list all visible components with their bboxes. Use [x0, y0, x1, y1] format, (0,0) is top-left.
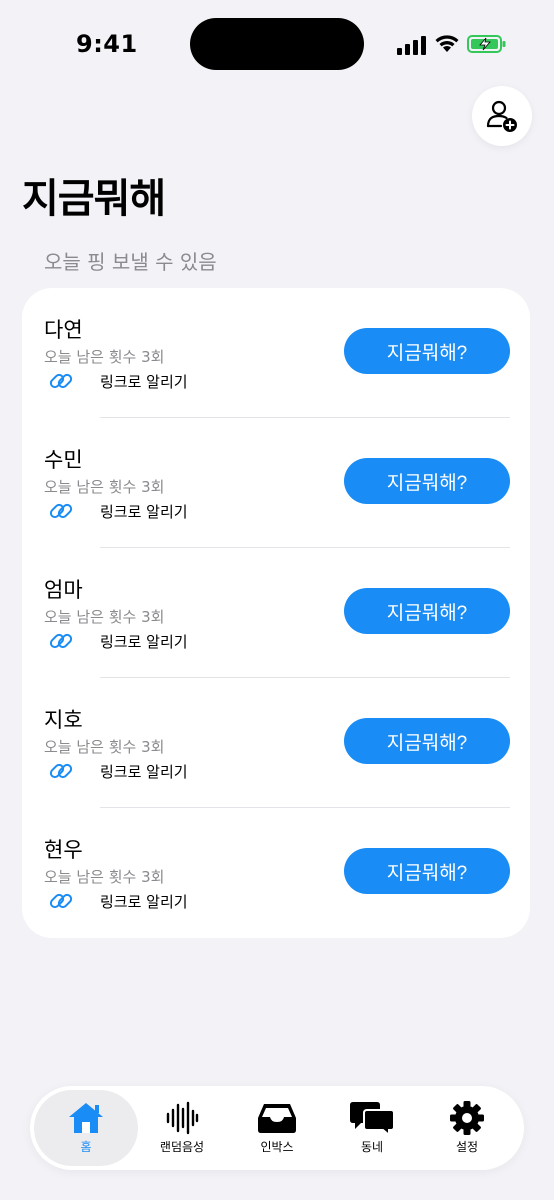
ping-button[interactable]: 지금뭐해?: [344, 328, 510, 374]
remaining-count: 오늘 남은 횟수 3회: [44, 738, 165, 756]
link-icon[interactable]: [48, 368, 74, 394]
chat-bubbles-icon: [350, 1102, 395, 1136]
ping-button[interactable]: 지금뭐해?: [344, 848, 510, 894]
tab-settings[interactable]: 설정: [419, 1090, 515, 1166]
friend-row: 수민 오늘 남은 횟수 3회 링크로 알리기 지금뭐해?: [22, 418, 530, 548]
cellular-signal-icon: [397, 36, 426, 55]
person-add-icon: [486, 100, 517, 132]
friends-card: 다연 오늘 남은 횟수 3회 링크로 알리기 지금뭐해? 수민 오늘 남은 횟수…: [22, 288, 530, 938]
friend-row: 엄마 오늘 남은 횟수 3회 링크로 알리기 지금뭐해?: [22, 548, 530, 678]
dynamic-island: [190, 18, 364, 70]
waveform-icon: [166, 1101, 199, 1135]
tab-label: 동네: [360, 1140, 384, 1154]
wifi-icon: [435, 35, 459, 52]
gear-icon: [450, 1101, 484, 1135]
home-icon: [69, 1103, 103, 1133]
friend-row: 다연 오늘 남은 횟수 3회 링크로 알리기 지금뭐해?: [22, 288, 530, 418]
ping-button[interactable]: 지금뭐해?: [344, 458, 510, 504]
friend-name: 엄마: [44, 578, 83, 602]
friend-row: 지호 오늘 남은 횟수 3회 링크로 알리기 지금뭐해?: [22, 678, 530, 808]
page-title: 지금뭐해: [22, 176, 166, 222]
link-icon[interactable]: [48, 888, 74, 914]
friend-name: 지호: [44, 708, 83, 732]
status-bar: 9:41: [0, 0, 554, 90]
battery-charging-icon: [467, 35, 506, 53]
tab-random-voice[interactable]: 랜덤음성: [134, 1090, 230, 1166]
tab-label: 설정: [455, 1140, 479, 1154]
ping-button[interactable]: 지금뭐해?: [344, 588, 510, 634]
tab-label: 랜덤음성: [159, 1140, 205, 1154]
friend-name: 수민: [44, 448, 83, 472]
share-link-label[interactable]: 링크로 알리기: [100, 371, 188, 392]
tab-home[interactable]: 홈: [34, 1090, 138, 1166]
share-link-label[interactable]: 링크로 알리기: [100, 891, 188, 912]
tab-label: 홈: [80, 1140, 92, 1154]
share-link-label[interactable]: 링크로 알리기: [100, 631, 188, 652]
inbox-icon: [258, 1104, 296, 1133]
remaining-count: 오늘 남은 횟수 3회: [44, 478, 165, 496]
friend-row: 현우 오늘 남은 횟수 3회 링크로 알리기 지금뭐해?: [22, 808, 530, 938]
link-icon[interactable]: [48, 628, 74, 654]
status-time: 9:41: [76, 30, 138, 58]
link-icon[interactable]: [48, 498, 74, 524]
section-caption: 오늘 핑 보낼 수 있음: [44, 250, 217, 274]
link-icon[interactable]: [48, 758, 74, 784]
remaining-count: 오늘 남은 횟수 3회: [44, 348, 165, 366]
friend-name: 다연: [44, 318, 83, 342]
remaining-count: 오늘 남은 횟수 3회: [44, 868, 165, 886]
tab-neighborhood[interactable]: 동네: [324, 1090, 420, 1166]
remaining-count: 오늘 남은 횟수 3회: [44, 608, 165, 626]
share-link-label[interactable]: 링크로 알리기: [100, 761, 188, 782]
share-link-label[interactable]: 링크로 알리기: [100, 501, 188, 522]
tab-bar: 홈 랜덤음성 인박스 동네 설정: [30, 1086, 524, 1170]
ping-button[interactable]: 지금뭐해?: [344, 718, 510, 764]
add-friend-button[interactable]: [472, 86, 532, 146]
friend-name: 현우: [44, 838, 83, 862]
tab-inbox[interactable]: 인박스: [229, 1090, 325, 1166]
tab-label: 인박스: [260, 1140, 294, 1154]
